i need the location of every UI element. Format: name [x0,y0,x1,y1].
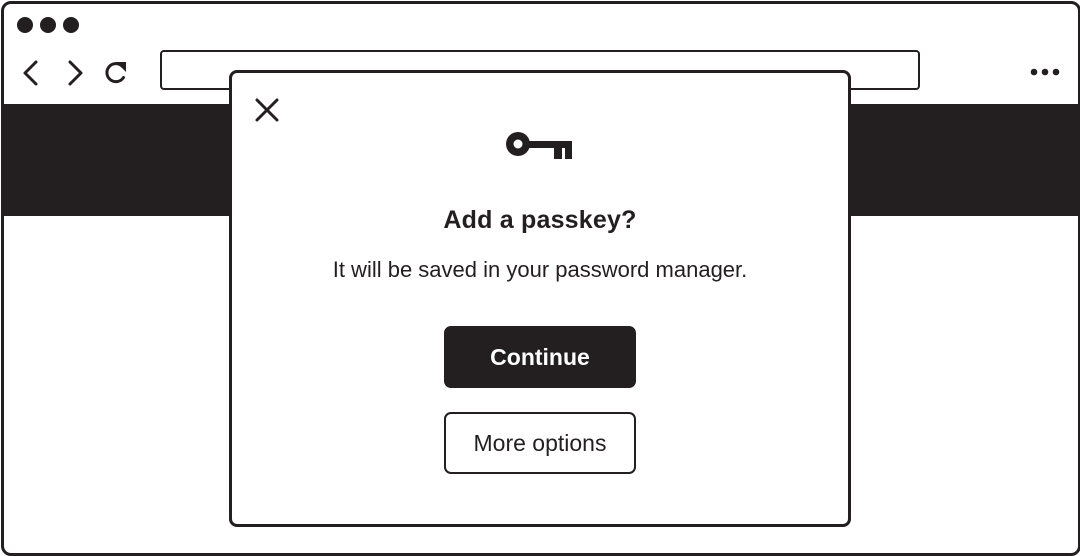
close-button[interactable] [253,96,281,124]
window-controls [17,17,79,33]
back-button[interactable] [18,58,46,88]
window-dot[interactable] [17,17,33,33]
forward-button[interactable] [60,58,88,88]
chevron-right-icon [68,60,83,86]
window-dot[interactable] [40,17,56,33]
more-options-button[interactable]: More options [444,412,636,474]
close-icon [255,98,279,122]
key-icon [504,128,576,164]
chevron-left-icon [23,60,38,86]
more-horizontal-icon [1030,68,1060,76]
reload-button[interactable] [102,58,130,88]
continue-button[interactable]: Continue [444,326,636,388]
more-menu-button[interactable] [1028,62,1064,82]
dialog-subtitle: It will be saved in your password manage… [332,257,748,282]
reload-icon [105,62,126,84]
window-dot[interactable] [63,17,79,33]
passkey-dialog: Add a passkey? It will be saved in your … [229,70,851,527]
dialog-title: Add a passkey? [443,206,637,234]
